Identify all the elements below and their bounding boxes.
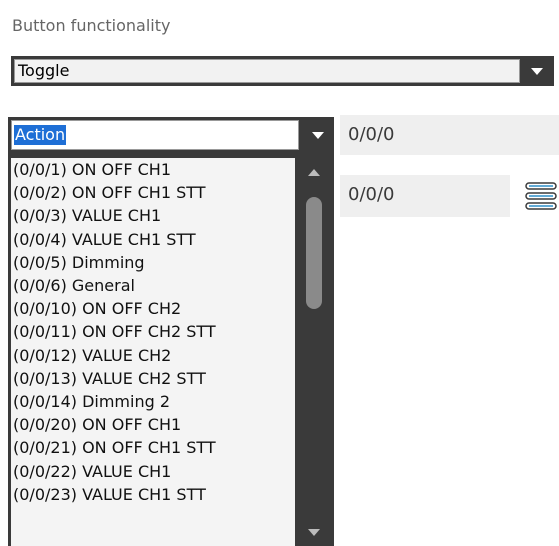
group-address-field-2[interactable]: 0/0/0	[340, 175, 510, 217]
scroll-down-icon[interactable]	[308, 529, 320, 536]
action-input[interactable]: Action	[11, 120, 299, 150]
action-option[interactable]: (0/0/21) ON OFF CH1 STT	[11, 436, 295, 459]
button-function-select[interactable]: Toggle	[11, 56, 554, 86]
action-option[interactable]: (0/0/22) VALUE CH1	[11, 460, 295, 483]
chevron-down-icon	[531, 67, 543, 75]
group-address-field-1[interactable]: 0/0/0	[340, 115, 559, 155]
list-icon[interactable]	[523, 179, 559, 213]
action-option[interactable]: (0/0/3) VALUE CH1	[11, 204, 295, 227]
scrollbar[interactable]	[302, 163, 326, 543]
action-option[interactable]: (0/0/2) ON OFF CH1 STT	[11, 181, 295, 204]
action-dropdown[interactable]: Action	[8, 117, 334, 153]
section-title: Button functionality	[12, 16, 171, 35]
scroll-up-icon[interactable]	[308, 169, 320, 176]
action-selected-text: Action	[14, 125, 67, 145]
action-dropdown-button[interactable]	[304, 120, 332, 150]
scrollbar-thumb[interactable]	[306, 197, 322, 309]
chevron-down-icon	[312, 131, 324, 139]
action-option[interactable]: (0/0/12) VALUE CH2	[11, 344, 295, 367]
action-option[interactable]: (0/0/13) VALUE CH2 STT	[11, 367, 295, 390]
action-option[interactable]: (0/0/5) Dimming	[11, 251, 295, 274]
action-option[interactable]: (0/0/14) Dimming 2	[11, 390, 295, 413]
action-option[interactable]: (0/0/20) ON OFF CH1	[11, 413, 295, 436]
action-dropdown-list[interactable]: (0/0/1) ON OFF CH1 (0/0/2) ON OFF CH1 STT…	[8, 153, 334, 546]
action-option[interactable]: (0/0/6) General	[11, 274, 295, 297]
button-function-value[interactable]: Toggle	[14, 59, 520, 83]
button-function-dropdown-button[interactable]	[523, 59, 551, 83]
action-option[interactable]: (0/0/1) ON OFF CH1	[11, 158, 295, 181]
action-option[interactable]: (0/0/11) ON OFF CH2 STT	[11, 320, 295, 343]
action-options: (0/0/1) ON OFF CH1 (0/0/2) ON OFF CH1 STT…	[11, 158, 295, 546]
action-option[interactable]: (0/0/23) VALUE CH1 STT	[11, 483, 295, 506]
action-option[interactable]: (0/0/10) ON OFF CH2	[11, 297, 295, 320]
action-option[interactable]: (0/0/4) VALUE CH1 STT	[11, 228, 295, 251]
